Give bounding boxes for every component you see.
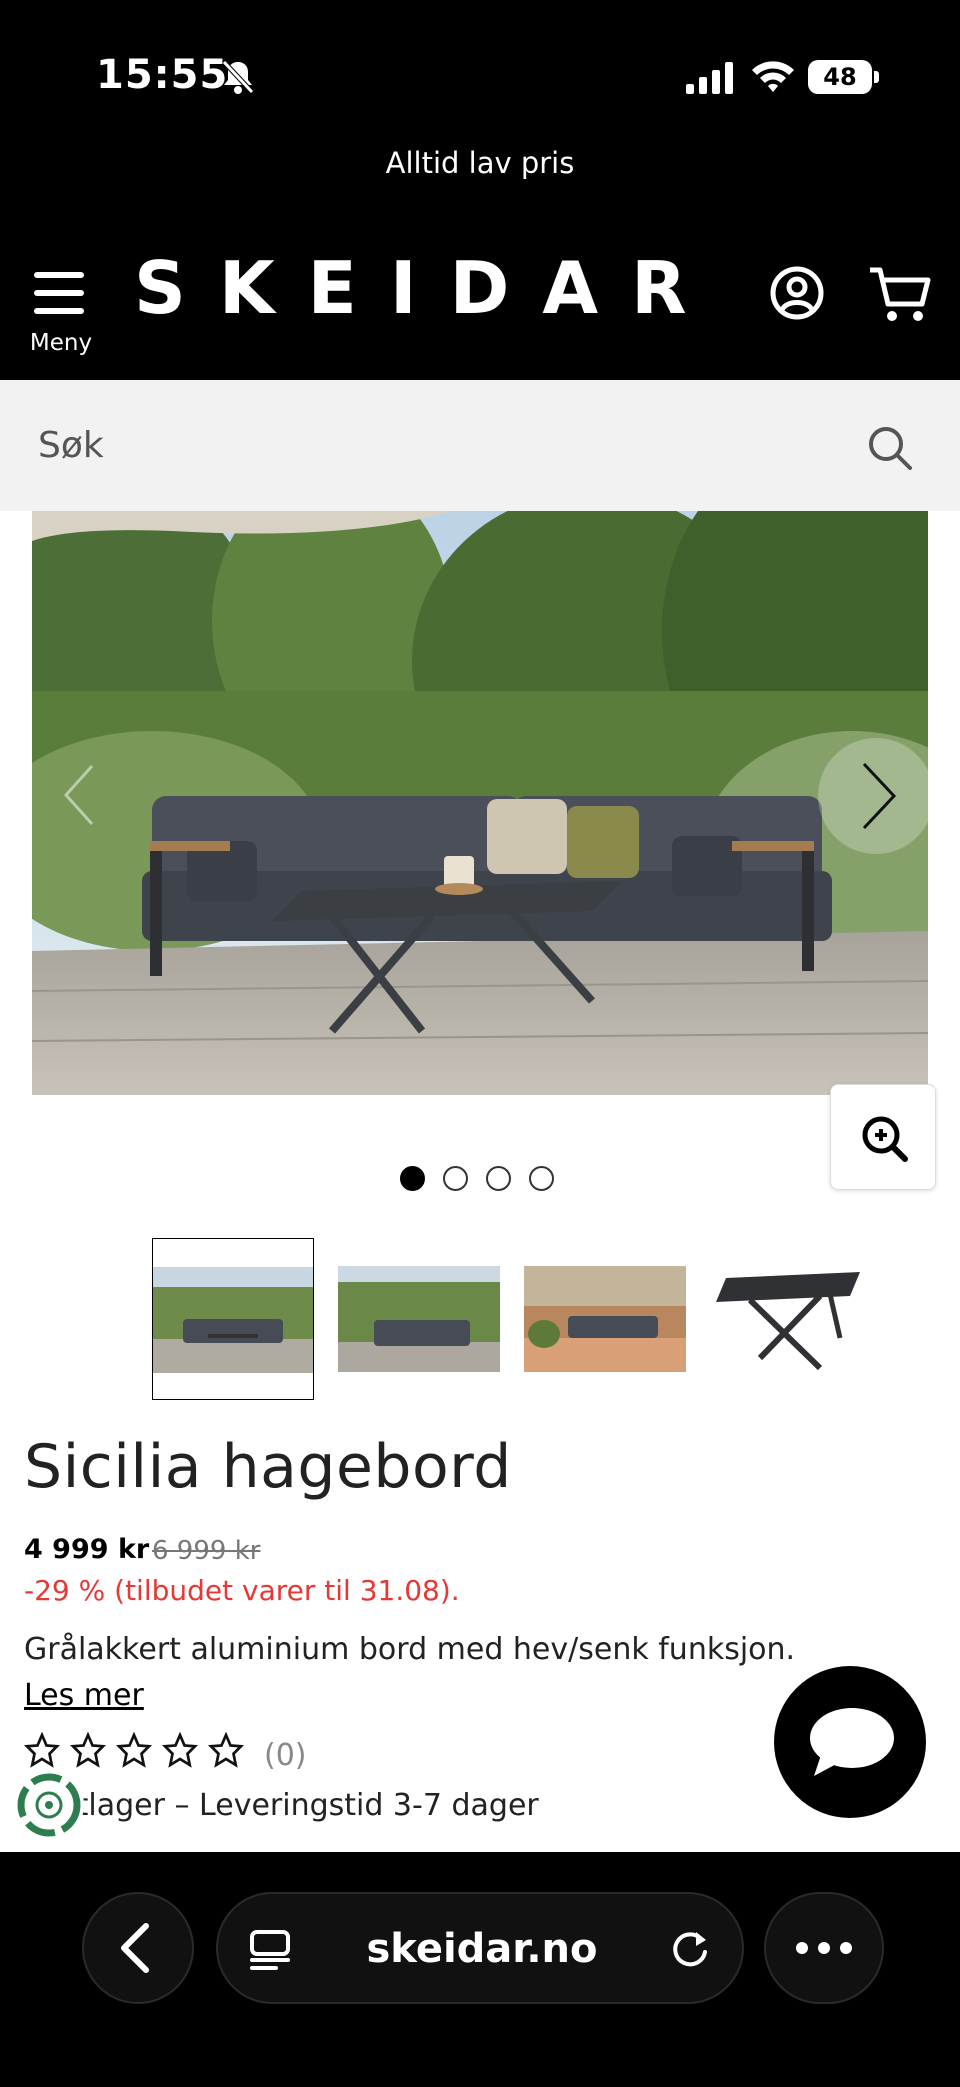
- battery-cap: [874, 71, 879, 83]
- product-title: Sicilia hagebord: [24, 1432, 512, 1502]
- reload-icon[interactable]: [666, 1926, 714, 1974]
- thumbnail-image: [338, 1266, 500, 1372]
- bell-muted-icon: [222, 60, 254, 94]
- zoom-in-icon: [862, 1116, 908, 1162]
- chat-bubble-icon: [810, 1708, 894, 1776]
- status-bar: 15:55 48: [0, 0, 960, 140]
- garden-sofa-photo: [32, 511, 928, 1095]
- star-empty-icon: [208, 1732, 244, 1768]
- current-price: 4 999 kr: [24, 1534, 150, 1565]
- chat-button[interactable]: [774, 1666, 926, 1818]
- menu-button[interactable]: Meny: [24, 266, 98, 362]
- thumbnail-image: [153, 1267, 313, 1373]
- chevron-right-icon: [862, 762, 897, 830]
- thumbnail-4[interactable]: [710, 1238, 872, 1400]
- thumbnail-3[interactable]: [524, 1238, 686, 1400]
- star-empty-icon: [70, 1732, 106, 1768]
- battery-level: 48: [808, 60, 872, 94]
- carousel-dot[interactable]: [529, 1166, 554, 1191]
- chevron-left-icon[interactable]: [60, 760, 100, 830]
- review-count[interactable]: (0): [264, 1738, 307, 1773]
- account-icon[interactable]: [770, 266, 824, 320]
- thumbnail-2[interactable]: [338, 1238, 500, 1400]
- menu-label: Meny: [29, 330, 93, 356]
- star-empty-icon: [24, 1732, 60, 1768]
- search-bar: [0, 380, 960, 511]
- cellular-signal-icon: [686, 62, 733, 94]
- thumbnail-image: [524, 1266, 686, 1372]
- product-description: Grålakkert aluminium bord med hev/senk f…: [24, 1632, 796, 1667]
- wifi-icon: [752, 61, 794, 92]
- search-input[interactable]: [0, 380, 860, 511]
- read-more-link[interactable]: Les mer: [24, 1678, 144, 1713]
- star-empty-icon: [116, 1732, 152, 1768]
- original-price: 6 999 kr: [152, 1536, 261, 1566]
- star-empty-icon: [162, 1732, 198, 1768]
- recycle-leaf-icon: [17, 1773, 81, 1837]
- thumbnail-1[interactable]: [152, 1238, 314, 1400]
- chevron-left-icon: [121, 1923, 149, 1973]
- next-image-button[interactable]: [818, 738, 934, 854]
- status-time: 15:55: [96, 52, 229, 98]
- discount-text: -29 % (tilbudet varer til 31.08).: [24, 1574, 460, 1607]
- search-icon[interactable]: [866, 424, 914, 472]
- browser-back-button[interactable]: [82, 1892, 194, 2004]
- more-dots-icon: [796, 1942, 852, 1954]
- promo-banner[interactable]: Alltid lav pris: [0, 146, 960, 180]
- zoom-button[interactable]: [830, 1084, 936, 1190]
- battery-indicator: 48: [808, 60, 879, 94]
- carousel-dot[interactable]: [443, 1166, 468, 1191]
- eco-badge[interactable]: [14, 1770, 84, 1840]
- carousel-dot[interactable]: [400, 1166, 425, 1191]
- stock-status: Nettlager – Leveringstid 3-7 dager: [24, 1788, 539, 1823]
- carousel-dot[interactable]: [486, 1166, 511, 1191]
- more-options-button[interactable]: [764, 1892, 884, 2004]
- cart-icon[interactable]: [868, 264, 932, 324]
- site-logo[interactable]: SKEIDAR: [134, 252, 720, 324]
- thumbnail-image: [716, 1272, 860, 1371]
- address-bar[interactable]: skeidar.no: [216, 1892, 744, 2004]
- product-main-image[interactable]: [32, 511, 928, 1095]
